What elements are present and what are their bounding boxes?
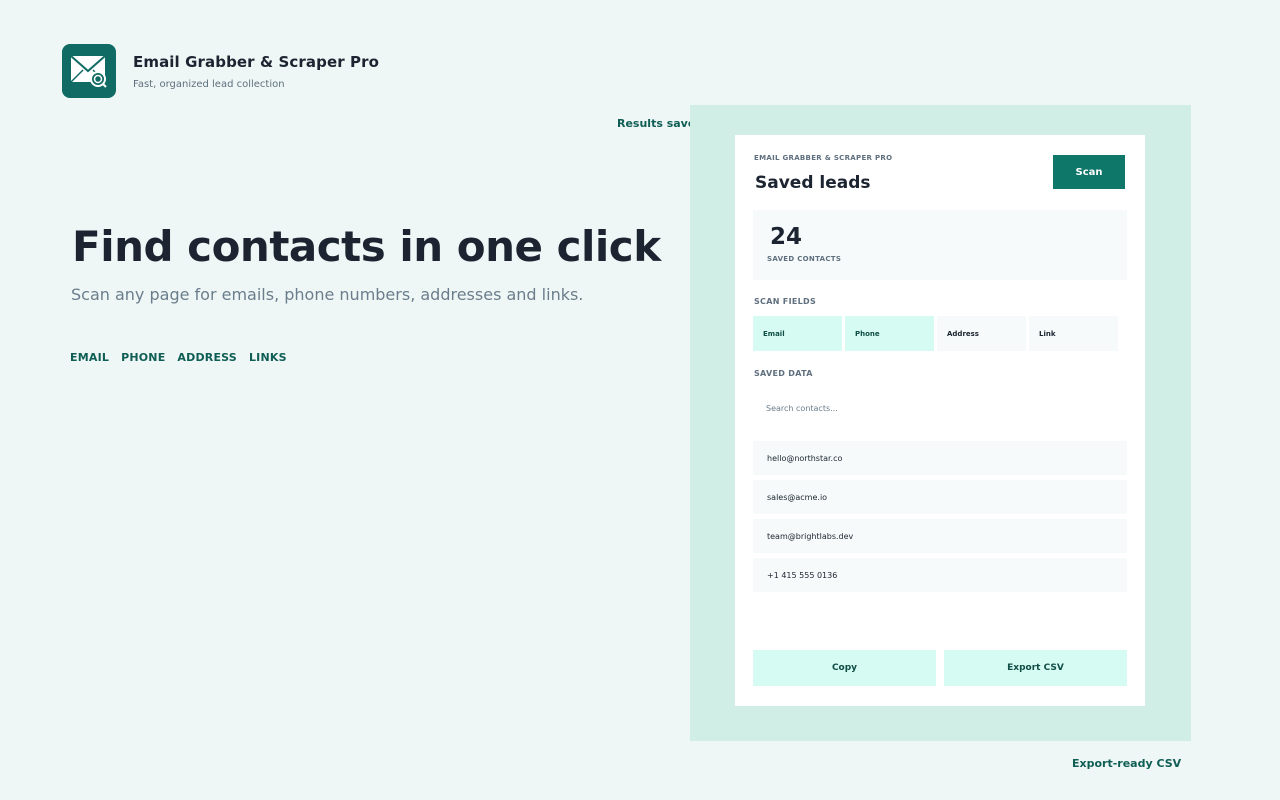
popup-eyebrow: EMAIL GRABBER & SCRAPER PRO bbox=[754, 154, 893, 162]
feature-phone: PHONE bbox=[121, 351, 166, 364]
caption-export-ready: Export-ready CSV bbox=[1072, 757, 1182, 770]
search-input[interactable] bbox=[754, 393, 1126, 423]
saved-contacts-count: 24 bbox=[770, 224, 803, 250]
field-chip-address[interactable]: Address bbox=[937, 316, 1026, 351]
extension-popup: EMAIL GRABBER & SCRAPER PRO Saved leads … bbox=[735, 135, 1145, 706]
list-item[interactable]: hello@northstar.co bbox=[753, 441, 1127, 475]
saved-data-list: hello@northstar.co sales@acme.io team@br… bbox=[753, 441, 1127, 597]
scan-fields: Email Phone Address Link bbox=[753, 316, 1121, 351]
saved-data-label: SAVED DATA bbox=[754, 369, 813, 378]
brand-header: Email Grabber & Scraper Pro Fast, organi… bbox=[62, 44, 379, 98]
hero-subtitle: Scan any page for emails, phone numbers,… bbox=[71, 285, 584, 304]
export-csv-button[interactable]: Export CSV bbox=[944, 650, 1127, 686]
hero-title: Find contacts in one click bbox=[72, 222, 661, 271]
feature-list: EMAIL PHONE ADDRESS LINKS bbox=[70, 351, 299, 364]
popup-title: Saved leads bbox=[755, 173, 871, 193]
list-item[interactable]: +1 415 555 0136 bbox=[753, 558, 1127, 592]
field-chip-email[interactable]: Email bbox=[753, 316, 842, 351]
field-chip-link[interactable]: Link bbox=[1029, 316, 1118, 351]
envelope-search-icon bbox=[62, 44, 116, 98]
scan-fields-label: SCAN FIELDS bbox=[754, 297, 817, 306]
feature-email: EMAIL bbox=[70, 351, 110, 364]
scan-button[interactable]: Scan bbox=[1053, 155, 1125, 189]
list-item[interactable]: team@brightlabs.dev bbox=[753, 519, 1127, 553]
popup-frame: EMAIL GRABBER & SCRAPER PRO Saved leads … bbox=[690, 105, 1191, 741]
feature-address: ADDRESS bbox=[177, 351, 237, 364]
feature-links: LINKS bbox=[248, 351, 287, 364]
app-subtitle: Fast, organized lead collection bbox=[133, 78, 285, 90]
copy-button[interactable]: Copy bbox=[753, 650, 936, 686]
list-item[interactable]: sales@acme.io bbox=[753, 480, 1127, 514]
stats-card: 24 SAVED CONTACTS bbox=[753, 210, 1127, 280]
field-chip-phone[interactable]: Phone bbox=[845, 316, 934, 351]
saved-contacts-label: SAVED CONTACTS bbox=[767, 255, 842, 263]
app-title: Email Grabber & Scraper Pro bbox=[133, 52, 380, 71]
